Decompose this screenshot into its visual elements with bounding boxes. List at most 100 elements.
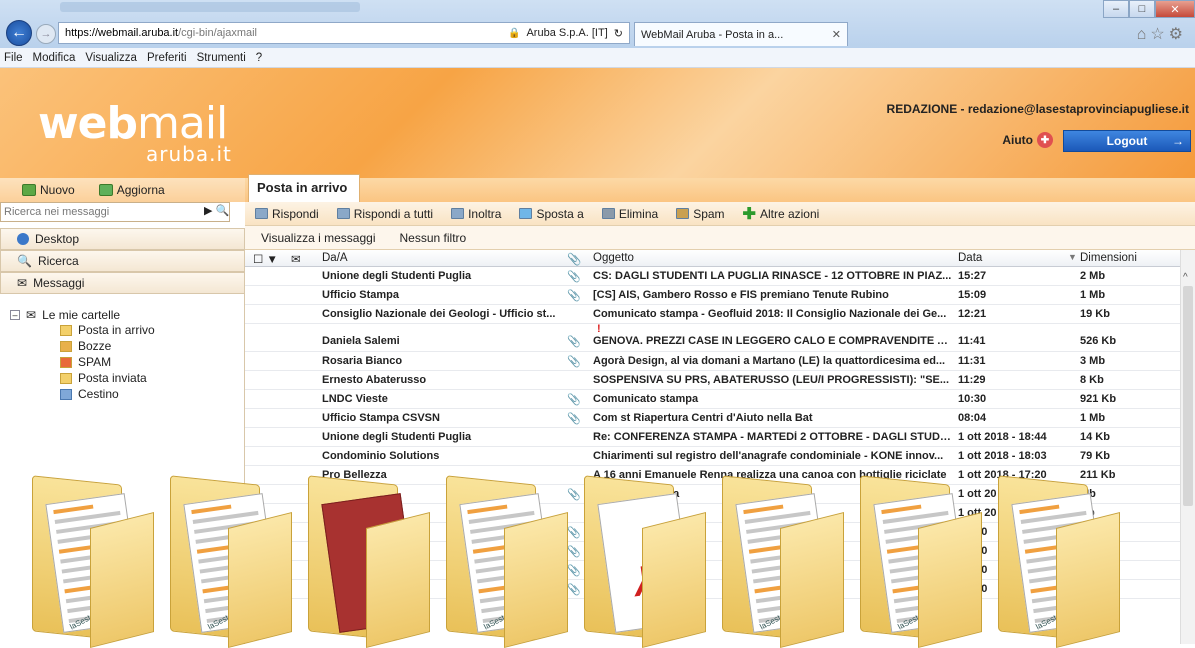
message-from: Unione degli Studenti Puglia <box>322 270 472 282</box>
refresh-icon[interactable]: ↻ <box>614 27 623 40</box>
nav-desktop[interactable]: Desktop <box>0 228 245 250</box>
folder-drafts[interactable]: Bozze <box>60 338 155 354</box>
folder-inbox[interactable]: Posta in arrivo <box>60 322 155 338</box>
new-button[interactable]: Nuovo <box>22 183 75 197</box>
message-row[interactable]: LNDC Vieste 📎 Comunicato stampa 10:30 921 Kb <box>245 390 1180 409</box>
no-filter[interactable]: Nessun filtro <box>400 231 467 245</box>
move-button[interactable]: Sposta a <box>519 207 584 221</box>
search-input[interactable]: Ricerca nei messaggi <box>0 202 230 222</box>
message-subject: Comunicato stampa - Geofluid 2018: Il Co… <box>593 308 947 320</box>
message-subject: ond r vol <box>593 564 640 576</box>
back-button[interactable]: ← <box>6 20 32 46</box>
message-row[interactable]: Condominio Solutions Chiarimenti sul regi… <box>245 447 1180 466</box>
refresh-button[interactable]: Aggiorna <box>98 183 165 197</box>
nav-ricerca[interactable]: 🔍 Ricerca <box>0 250 245 272</box>
message-row[interactable]: Ufficio Stampa CSVSN 📎 Com st Riapertura C… <box>245 409 1180 428</box>
collapse-icon[interactable]: – <box>10 310 20 320</box>
message-from: lo e a <box>322 545 351 557</box>
message-row[interactable]: lo e a 📎 A M ott 20 <box>245 542 1180 561</box>
menu-strumenti[interactable]: Strumenti <box>197 52 246 64</box>
folder-sent[interactable]: Posta inviata <box>60 370 155 386</box>
message-row[interactable]: Unione degli Studenti Puglia Re: CONFEREN… <box>245 428 1180 447</box>
message-date: 10:30 <box>958 393 987 405</box>
select-all-checkbox[interactable]: ☐ ▼ <box>253 252 278 266</box>
message-row[interactable]: N 📎 ond r vol ott 20 <box>245 561 1180 580</box>
message-date: 1 ott 2018 - 18:03 <box>958 450 1047 462</box>
close-tab-icon[interactable]: ✕ <box>832 28 841 41</box>
attachment-icon: 📎 <box>567 584 581 596</box>
message-row[interactable]: Consiglio Nazionale dei Geologi - Uffici… <box>245 305 1180 324</box>
scroll-up-icon[interactable]: ^ <box>1183 272 1188 283</box>
tree-root[interactable]: – ✉ Le mie cartelle <box>10 308 155 322</box>
message-row[interactable]: Ufficio Stampa 📎 [CS] AIS, Gambero Rosso e… <box>245 286 1180 305</box>
search-icon[interactable]: ▶ 🔍 <box>204 204 229 217</box>
nav-messaggi[interactable]: ✉ Messaggi <box>0 272 245 294</box>
message-row[interactable]: Rosaria Bianco 📎 Agorà Design, al via doma… <box>245 352 1180 371</box>
message-row[interactable]: Ernesto Abaterusso SOSPENSIVA SU PRS, ABA… <box>245 371 1180 390</box>
gear-icon[interactable]: ⚙ <box>1169 26 1187 43</box>
tab-inbox[interactable]: Posta in arrivo <box>248 174 360 202</box>
message-subject: Com st Riapertura Centri d'Aiuto nella B… <box>593 412 813 424</box>
message-row[interactable]: 📎 de del v ne extra 1 ott 20 Mb <box>245 485 1180 504</box>
star-icon[interactable]: ☆ <box>1150 26 1168 43</box>
logout-button[interactable]: Logout → <box>1063 130 1191 152</box>
menu-visualizza[interactable]: Visualizza <box>85 52 137 64</box>
message-row[interactable]: 📎 QUA ART ott 20 <box>245 580 1180 599</box>
col-subject[interactable]: Oggetto <box>593 252 634 264</box>
certificate-label[interactable]: Aruba S.p.A. [IT] <box>526 27 607 39</box>
delete-label: Elimina <box>618 206 659 221</box>
help-link[interactable]: Aiuto ✚ <box>1002 132 1053 148</box>
folder-spam[interactable]: SPAM <box>60 354 155 370</box>
menu-modifica[interactable]: Modifica <box>33 52 76 64</box>
col-size[interactable]: Dimensioni <box>1080 252 1137 264</box>
more-actions-label: Altre azioni <box>759 206 820 221</box>
home-icon[interactable]: ⌂ <box>1137 26 1151 43</box>
refresh-label: Aggiorna <box>116 183 165 197</box>
col-from[interactable]: Da/A <box>322 252 348 264</box>
message-row[interactable]: Unione degli Studenti Puglia 📎 CS: DAGLI S… <box>245 267 1180 286</box>
reply-button[interactable]: Rispondi <box>255 207 319 221</box>
forward-button[interactable]: → <box>36 24 56 44</box>
message-row[interactable]: C.V.) 📎 curo ott 20 <box>245 523 1180 542</box>
browser-tab[interactable]: WebMail Aruba - Posta in a... ✕ <box>634 22 848 46</box>
message-size: 1 Mb <box>1080 412 1106 424</box>
message-date: 11:31 <box>958 355 986 367</box>
message-row[interactable]: Pro Bellezza A 16 anni Emanuele Renna rea… <box>245 466 1180 485</box>
message-subject: Comunicato stampa <box>593 393 699 405</box>
message-from: Condominio Solutions <box>322 450 440 462</box>
folder-trash[interactable]: Cestino <box>60 386 155 402</box>
url-path: /cgi-bin/ajaxmail <box>178 27 257 39</box>
attachment-icon: 📎 <box>567 527 581 539</box>
close-window-button[interactable]: ✕ <box>1155 0 1195 18</box>
scroll-thumb[interactable] <box>1183 286 1193 506</box>
logout-label: Logout <box>1106 134 1148 148</box>
thumbnail-line <box>1034 609 1101 624</box>
thumbnail-line <box>757 599 824 614</box>
message-subject: SOSPENSIVA SU PRS, ABATERUSSO (LEU/I PRO… <box>593 374 950 386</box>
view-messages-filter[interactable]: Visualizza i messaggi <box>261 231 376 245</box>
forward-mail-button[interactable]: Inoltra <box>451 207 501 221</box>
arrow-right-icon: → <box>1172 134 1184 148</box>
message-actions: Rispondi Rispondi a tutti Inoltra Sposta… <box>245 202 1195 226</box>
message-row[interactable]: Daniela Salemi 📎! GENOVA. PREZZI CASE IN L… <box>245 324 1180 352</box>
more-actions-button[interactable]: ✚ Altre azioni <box>743 204 820 224</box>
spam-button[interactable]: Spam <box>676 207 725 221</box>
list-scrollbar[interactable]: ^ <box>1180 250 1195 644</box>
help-lifebuoy-icon: ✚ <box>1037 132 1053 148</box>
maximize-button[interactable]: □ <box>1129 0 1155 18</box>
col-date[interactable]: Data <box>958 252 982 264</box>
menu-help[interactable]: ? <box>256 52 262 64</box>
trash-icon <box>60 388 72 400</box>
address-bar[interactable]: https://webmail.aruba.it/cgi-bin/ajaxmai… <box>58 22 630 44</box>
reply-all-button[interactable]: Rispondi a tutti <box>336 207 433 221</box>
minimize-button[interactable]: – <box>1103 0 1129 18</box>
attachment-icon: 📎 <box>567 290 581 302</box>
message-subject: Agorà Design, al via domani a Martano (L… <box>593 355 946 367</box>
delete-button[interactable]: Elimina <box>601 206 659 221</box>
menu-file[interactable]: File <box>4 52 23 64</box>
message-row[interactable]: p Corn Suc ornata I 1 ott 20 Kb <box>245 504 1180 523</box>
menu-preferiti[interactable]: Preferiti <box>147 52 187 64</box>
new-mail-icon <box>22 184 36 196</box>
folder-sent-label: Posta inviata <box>78 371 147 385</box>
message-date: 11:41 <box>958 335 986 347</box>
